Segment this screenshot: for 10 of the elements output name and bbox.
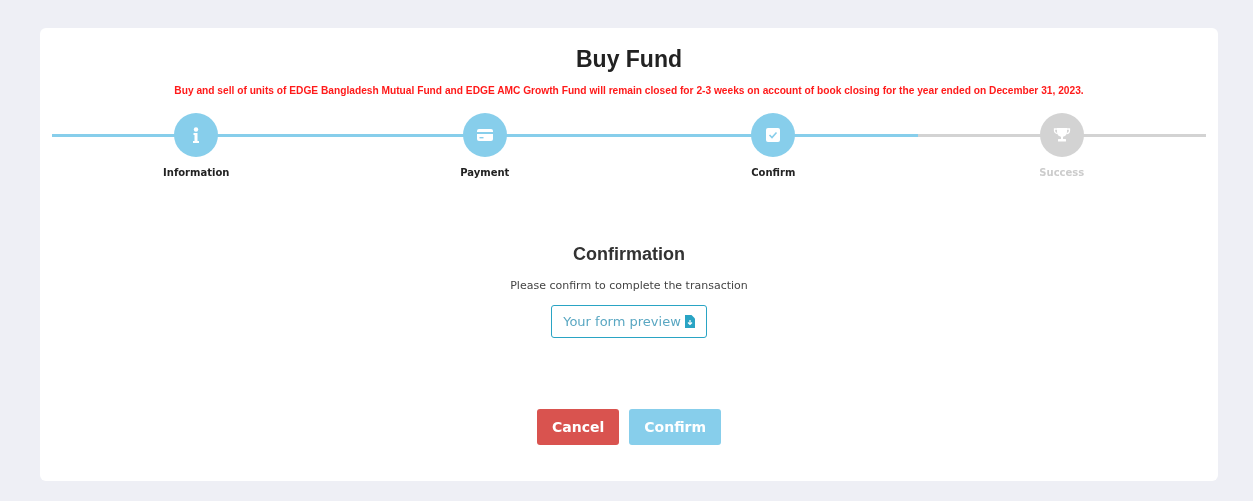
file-download-icon — [684, 315, 695, 328]
step-label: Confirm — [751, 167, 796, 178]
page-title: Buy Fund — [575, 46, 682, 73]
form-preview-button[interactable]: Your form preview — [551, 305, 707, 338]
step-label: Payment — [460, 167, 510, 178]
section-heading: Confirmation — [573, 244, 685, 265]
step-label: Information — [163, 167, 230, 178]
cancel-button[interactable]: Cancel — [537, 409, 620, 445]
closure-notice: Buy and sell of units of EDGE Bangladesh Mutual Fund and EDGE AMC Growth Fund will remain closed for 2-3 weeks on account of book closing for the year ended on December 31, 2023. — [174, 85, 1084, 96]
instruction-text: Please confirm to complete the transaction — [510, 279, 748, 292]
